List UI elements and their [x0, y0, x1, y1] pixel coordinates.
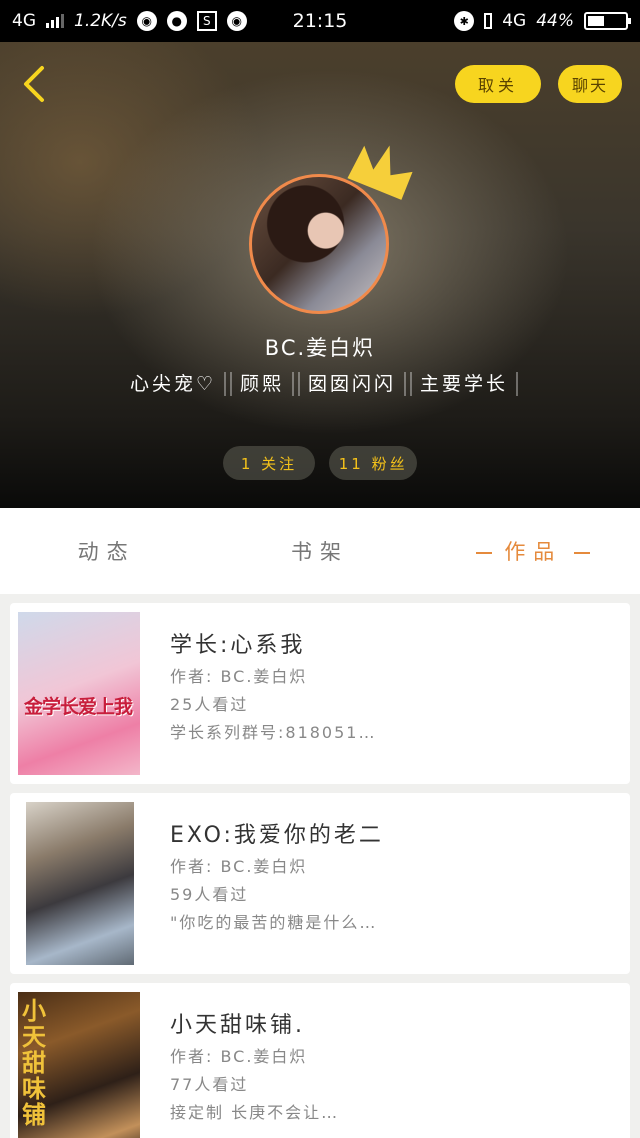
work-description: 学长系列群号:818051…	[170, 723, 377, 742]
cover-text: 小天甜味铺	[22, 997, 46, 1129]
book-cover[interactable]: 小天甜味铺	[18, 992, 140, 1138]
work-card[interactable]: 小天甜味铺 小天甜味铺. 作者: BC.姜白炽 77人看过 接定制 长庚不会让…	[10, 983, 630, 1138]
battery-percent: 44%	[536, 11, 574, 31]
back-button[interactable]	[18, 62, 58, 106]
work-views: 77人看过	[170, 1075, 249, 1094]
battery-saver-icon	[484, 13, 493, 29]
profile-tag: 主要学长	[410, 372, 519, 396]
browser-icon: ◉	[136, 11, 157, 31]
work-card[interactable]: EXO:我爱你的老二 作者: BC.姜白炽 59人看过 "你吃的最苦的糖是什么…	[10, 793, 630, 974]
crown-icon	[347, 145, 413, 200]
s-app-icon: S	[196, 11, 217, 31]
work-views: 59人看过	[170, 885, 249, 904]
back-arrow-icon	[24, 66, 44, 102]
work-views: 25人看过	[170, 695, 249, 714]
cover-text: 金学长爱上我	[24, 696, 133, 718]
followers-count[interactable]: 11 粉丝	[329, 446, 418, 480]
network-speed: 1.2K/s	[74, 11, 127, 31]
work-card[interactable]: 金学长爱上我 学长:心系我 作者: BC.姜白炽 25人看过 学长系列群号:81…	[10, 603, 630, 784]
unfollow-button[interactable]: 取关	[455, 65, 541, 103]
following-count[interactable]: 1 关注	[222, 446, 316, 480]
chat-button[interactable]: 聊天	[558, 65, 622, 103]
profile-tag: 心尖宠♡	[122, 372, 226, 396]
profile-tabs: 动态 书架 作品	[0, 508, 640, 594]
work-description: "你吃的最苦的糖是什么…	[170, 913, 378, 932]
mobile-data-label: 4G	[502, 11, 527, 31]
profile-tag: 囡囡闪闪	[298, 372, 407, 396]
profile-username: BC.姜白炽	[264, 336, 376, 360]
network-type: 4G	[12, 11, 36, 31]
profile-tags: 心尖宠♡ 顾熙 囡囡闪闪 主要学长	[60, 372, 580, 396]
battery-icon	[584, 12, 631, 30]
qq-icon: ●	[166, 11, 187, 31]
status-left: 4G 1.2K/s ◉ ● S ◉	[12, 11, 247, 31]
tab-works[interactable]: 作品	[427, 536, 640, 566]
profile-header: 取关 聊天 BC.姜白炽 心尖宠♡ 顾熙 囡囡闪闪 主要学长 1 关注 11 粉…	[0, 42, 640, 508]
globe-icon: ◉	[226, 11, 247, 31]
book-cover[interactable]	[26, 802, 134, 965]
work-title: 小天甜味铺.	[170, 1013, 305, 1038]
work-title: 学长:心系我	[170, 633, 306, 658]
work-author: 作者: BC.姜白炽	[170, 667, 308, 686]
status-bar: 4G 1.2K/s ◉ ● S ◉ 21:15 ✱ 4G 44%	[0, 0, 640, 42]
tab-bookshelf[interactable]: 书架	[213, 536, 426, 566]
tab-label: 动态	[77, 540, 136, 564]
profile-tag: 顾熙	[230, 372, 295, 396]
work-author: 作者: BC.姜白炽	[170, 857, 308, 876]
work-title: EXO:我爱你的老二	[170, 823, 384, 848]
book-cover[interactable]: 金学长爱上我	[18, 612, 140, 775]
status-right: ✱ 4G 44%	[454, 11, 631, 31]
work-description: 接定制 长庚不会让…	[170, 1103, 340, 1122]
tab-indicator-right	[574, 552, 591, 554]
work-author: 作者: BC.姜白炽	[170, 1047, 308, 1066]
tab-label: 书架	[290, 540, 349, 564]
signal-icon	[46, 14, 64, 28]
bluetooth-icon: ✱	[454, 11, 475, 31]
profile-stats: 1 关注 11 粉丝	[0, 446, 640, 480]
tab-label: 作品	[504, 540, 563, 564]
tab-indicator-left	[476, 552, 493, 554]
works-list: 金学长爱上我 学长:心系我 作者: BC.姜白炽 25人看过 学长系列群号:81…	[10, 603, 630, 1138]
tab-activity[interactable]: 动态	[0, 536, 213, 566]
battery-level	[588, 16, 604, 26]
